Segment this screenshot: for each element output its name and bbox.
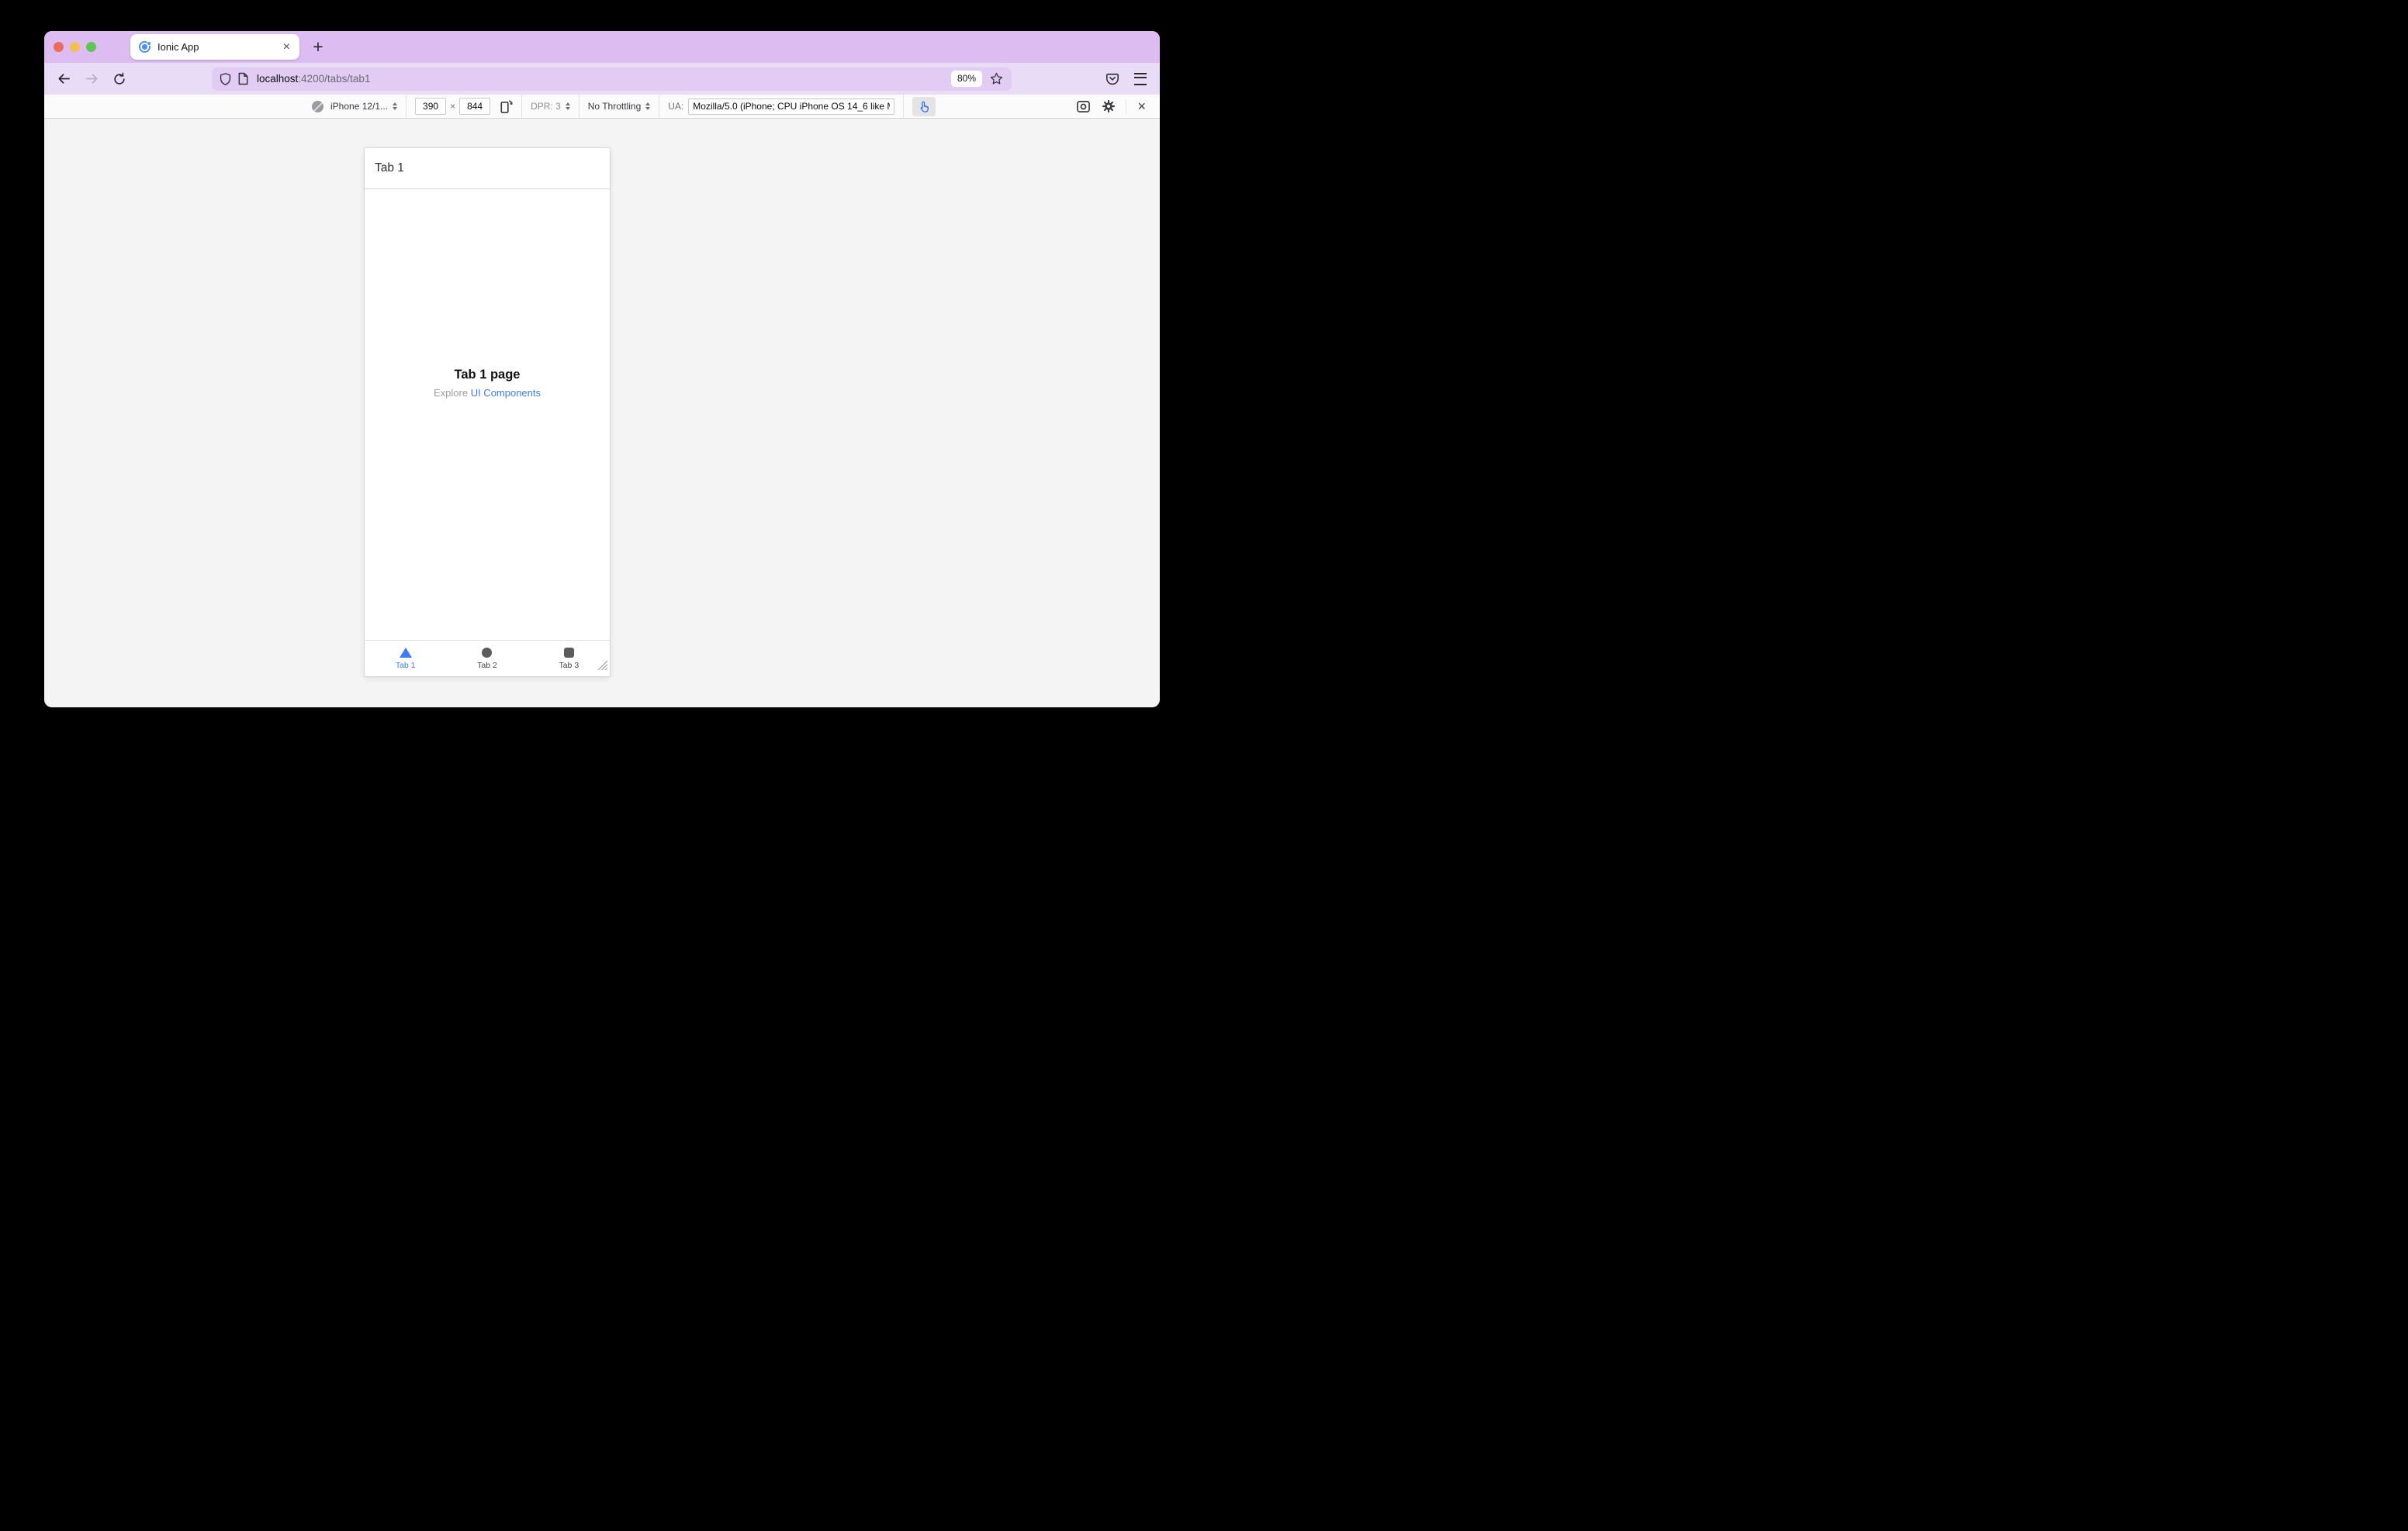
app-header: Tab 1: [365, 148, 610, 189]
toolbar-divider: [578, 95, 580, 118]
traffic-lights: [54, 42, 96, 52]
toolbar-divider: [521, 95, 523, 118]
device-selector-stepper-icon[interactable]: [393, 102, 398, 110]
touch-hand-icon: [920, 101, 929, 112]
viewport-width-input[interactable]: [415, 98, 447, 115]
reload-button[interactable]: [108, 67, 131, 91]
rdm-close-button[interactable]: ×: [1131, 99, 1152, 113]
toolbar-divider: [406, 95, 407, 118]
triangle-icon: [399, 647, 412, 658]
page-title: Tab 1 page: [454, 367, 521, 382]
device-viewport: Tab 1 Tab 1 page Explore UI Components T…: [365, 148, 610, 676]
rdm-settings-button[interactable]: [1096, 99, 1121, 113]
throttling-selector[interactable]: No Throttling: [588, 101, 641, 112]
ionic-favicon-icon: [139, 40, 151, 53]
tab-label: Tab 1: [395, 660, 416, 670]
maximize-window-button[interactable]: [86, 42, 96, 52]
close-window-button[interactable]: [54, 42, 64, 52]
minimize-window-button[interactable]: [70, 42, 80, 52]
rdm-right-cluster: ×: [1071, 99, 1152, 113]
window-titlebar: Ionic App × +: [44, 31, 1160, 63]
dimension-separator: ×: [450, 101, 456, 112]
device-type-icon: [312, 100, 323, 112]
gear-icon: [1102, 99, 1116, 113]
tab-label: Tab 3: [559, 660, 580, 670]
resize-grip-icon: [597, 660, 608, 671]
url-host: localhost: [257, 73, 299, 85]
explore-text: Explore UI Components: [433, 386, 541, 399]
device-selector[interactable]: iPhone 12/1...: [330, 101, 388, 112]
square-icon: [563, 647, 574, 658]
url-path: :4200/tabs/tab1: [298, 73, 371, 85]
user-agent-label: UA:: [668, 101, 684, 112]
viewport-resize-handle[interactable]: [597, 659, 608, 674]
pocket-button[interactable]: [1101, 67, 1124, 91]
reload-icon: [114, 72, 125, 85]
pocket-icon: [1106, 73, 1119, 85]
zoom-level-badge[interactable]: 80%: [950, 71, 982, 87]
desktop-background: Ionic App × + localhost:4200/tabs/tab1 8…: [0, 0, 1204, 766]
bookmark-star-icon[interactable]: [990, 72, 1003, 85]
tab-close-icon[interactable]: ×: [282, 40, 291, 54]
back-arrow-icon: [57, 74, 70, 84]
touch-simulation-button[interactable]: [912, 96, 936, 116]
ui-components-link[interactable]: UI Components: [471, 387, 541, 399]
tab-title: Ionic App: [157, 41, 199, 53]
user-agent-input[interactable]: [688, 98, 895, 115]
new-tab-button[interactable]: +: [305, 33, 331, 60]
rdm-content-area: Tab 1 Tab 1 page Explore UI Components T…: [44, 119, 1160, 707]
menu-button[interactable]: [1129, 67, 1152, 91]
browser-tab[interactable]: Ionic App ×: [130, 34, 299, 60]
camera-icon: [1077, 100, 1091, 112]
tab-bar-item-tab1[interactable]: Tab 1: [365, 641, 446, 676]
viewport-height-input[interactable]: [459, 98, 491, 115]
dpr-stepper-icon[interactable]: [565, 102, 570, 110]
throttling-stepper-icon[interactable]: [645, 102, 651, 110]
navigation-toolbar: localhost:4200/tabs/tab1 80%: [44, 63, 1160, 95]
tab-bar-item-tab2[interactable]: Tab 2: [446, 641, 528, 676]
url-bar[interactable]: localhost:4200/tabs/tab1 80%: [212, 67, 1012, 91]
rotate-viewport-button[interactable]: [498, 99, 513, 114]
forward-button[interactable]: [80, 67, 103, 91]
tab-label: Tab 2: [477, 660, 497, 670]
rotate-device-icon: [500, 100, 513, 113]
browser-window: Ionic App × + localhost:4200/tabs/tab1 8…: [44, 31, 1160, 707]
circle-icon: [482, 647, 493, 658]
app-header-title: Tab 1: [375, 161, 404, 175]
explore-container: Tab 1 page Explore UI Components: [365, 368, 610, 399]
shield-icon[interactable]: [219, 72, 232, 86]
dpr-selector[interactable]: DPR: 3: [531, 101, 561, 112]
responsive-design-toolbar: iPhone 12/1... × DPR: 3 No Throttling UA…: [44, 95, 1160, 119]
navbar-right-cluster: [1101, 67, 1152, 91]
app-content: Tab 1 page Explore UI Components: [365, 189, 610, 640]
app-tab-bar: Tab 1 Tab 2 Tab 3: [365, 640, 610, 676]
hamburger-menu-icon: [1134, 72, 1147, 85]
page-info-icon[interactable]: [237, 72, 249, 85]
toolbar-divider: [903, 95, 905, 118]
screenshot-button[interactable]: [1071, 100, 1096, 113]
forward-arrow-icon: [85, 74, 98, 84]
back-button[interactable]: [52, 67, 75, 91]
url-text: localhost:4200/tabs/tab1: [257, 73, 370, 85]
